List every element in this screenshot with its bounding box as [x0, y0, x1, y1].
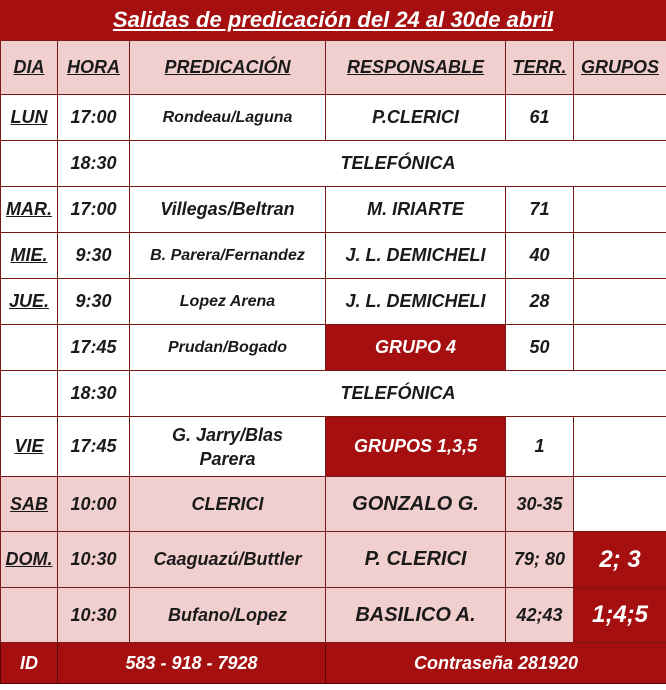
terr-cell: 79; 80 — [505, 531, 574, 588]
grupos-cell — [573, 324, 666, 371]
dia-cell: SAB — [0, 476, 58, 532]
hora-cell: 18:30 — [57, 370, 130, 417]
responsable-cell: M. IRIARTE — [325, 186, 506, 233]
header-terr: TERR. — [505, 40, 574, 95]
hora-cell: 17:45 — [57, 416, 130, 477]
hora-cell: 9:30 — [57, 278, 130, 325]
footer-row: ID 583 - 918 - 7928 Contraseña 281920 — [0, 642, 666, 684]
table-row: 10:30 Bufano/Lopez BASILICO A. 42;43 1;4… — [0, 587, 666, 643]
hora-cell: 17:45 — [57, 324, 130, 371]
header-predicacion: PREDICACIÓN — [129, 40, 326, 95]
footer-id-label: ID — [0, 642, 58, 684]
responsable-cell: P. CLERICI — [325, 531, 506, 588]
header-hora: HORA — [57, 40, 130, 95]
table-row: LUN 17:00 Rondeau/Laguna P.CLERICI 61 — [0, 94, 666, 141]
header-row: DIA HORA PREDICACIÓN RESPONSABLE TERR. G… — [0, 40, 666, 95]
predicacion-cell: Prudan/Bogado — [129, 324, 326, 371]
header-dia: DIA — [0, 40, 58, 95]
responsable-cell: BASILICO A. — [325, 587, 506, 643]
hora-cell: 9:30 — [57, 232, 130, 279]
header-responsable: RESPONSABLE — [325, 40, 506, 95]
dia-cell: VIE — [0, 416, 58, 477]
dia-cell: DOM. — [0, 531, 58, 588]
table-row: DOM. 10:30 Caaguazú/Buttler P. CLERICI 7… — [0, 531, 666, 588]
predicacion-cell: Bufano/Lopez — [129, 587, 326, 643]
page-title: Salidas de predicación del 24 al 30de ab… — [0, 0, 666, 41]
terr-cell: 50 — [505, 324, 574, 371]
dia-cell: MAR. — [0, 186, 58, 233]
schedule-sheet: Salidas de predicación del 24 al 30de ab… — [0, 0, 666, 690]
responsable-cell: P.CLERICI — [325, 94, 506, 141]
table-row: JUE. 9:30 Lopez Arena J. L. DEMICHELI 28 — [0, 278, 666, 325]
terr-cell: 71 — [505, 186, 574, 233]
grupos-cell — [573, 94, 666, 141]
table-row: 17:45 Prudan/Bogado GRUPO 4 50 — [0, 324, 666, 371]
predicacion-cell: Villegas/Beltran — [129, 186, 326, 233]
grupos-cell — [573, 186, 666, 233]
grupos-cell — [573, 416, 666, 477]
terr-cell: 28 — [505, 278, 574, 325]
predicacion-cell: B. Parera/Fernandez — [129, 232, 326, 279]
grupos-cell: 2; 3 — [573, 531, 666, 588]
table-row: VIE 17:45 G. Jarry/Blas Parera GRUPOS 1,… — [0, 416, 666, 477]
table-row: 18:30 TELEFÓNICA — [0, 370, 666, 417]
grupos-cell — [573, 232, 666, 279]
table-row: SAB 10:00 CLERICI GONZALO G. 30-35 — [0, 476, 666, 532]
hora-cell: 17:00 — [57, 94, 130, 141]
hora-cell: 18:30 — [57, 140, 130, 187]
dia-cell — [0, 140, 58, 187]
grupos-cell — [573, 278, 666, 325]
dia-cell — [0, 324, 58, 371]
responsable-cell: J. L. DEMICHELI — [325, 278, 506, 325]
dia-cell: LUN — [0, 94, 58, 141]
hora-cell: 10:30 — [57, 531, 130, 588]
grupos-cell: 1;4;5 — [573, 587, 666, 643]
dia-cell — [0, 587, 58, 643]
responsable-cell: GRUPOS 1,3,5 — [325, 416, 506, 477]
predicacion-cell: CLERICI — [129, 476, 326, 532]
schedule-table: DIA HORA PREDICACIÓN RESPONSABLE TERR. G… — [0, 40, 666, 684]
predicacion-cell: G. Jarry/Blas Parera — [129, 416, 326, 477]
table-row: MIE. 9:30 B. Parera/Fernandez J. L. DEMI… — [0, 232, 666, 279]
hora-cell: 10:00 — [57, 476, 130, 532]
table-row: MAR. 17:00 Villegas/Beltran M. IRIARTE 7… — [0, 186, 666, 233]
responsable-cell: GRUPO 4 — [325, 324, 506, 371]
hora-cell: 17:00 — [57, 186, 130, 233]
table-row: 18:30 TELEFÓNICA — [0, 140, 666, 187]
predicacion-cell: Lopez Arena — [129, 278, 326, 325]
dia-cell: JUE. — [0, 278, 58, 325]
responsable-cell: J. L. DEMICHELI — [325, 232, 506, 279]
footer-password: Contraseña 281920 — [325, 642, 666, 684]
predicacion-cell: Rondeau/Laguna — [129, 94, 326, 141]
terr-cell: 1 — [505, 416, 574, 477]
dia-cell: MIE. — [0, 232, 58, 279]
hora-cell: 10:30 — [57, 587, 130, 643]
telefonica-cell: TELEFÓNICA — [129, 140, 666, 187]
terr-cell: 30-35 — [505, 476, 574, 532]
footer-id-value: 583 - 918 - 7928 — [57, 642, 326, 684]
terr-cell: 40 — [505, 232, 574, 279]
terr-cell: 42;43 — [505, 587, 574, 643]
header-grupos: GRUPOS — [573, 40, 666, 95]
predicacion-cell: Caaguazú/Buttler — [129, 531, 326, 588]
telefonica-cell: TELEFÓNICA — [129, 370, 666, 417]
terr-cell: 61 — [505, 94, 574, 141]
responsable-cell: GONZALO G. — [325, 476, 506, 532]
grupos-cell — [573, 476, 666, 532]
dia-cell — [0, 370, 58, 417]
